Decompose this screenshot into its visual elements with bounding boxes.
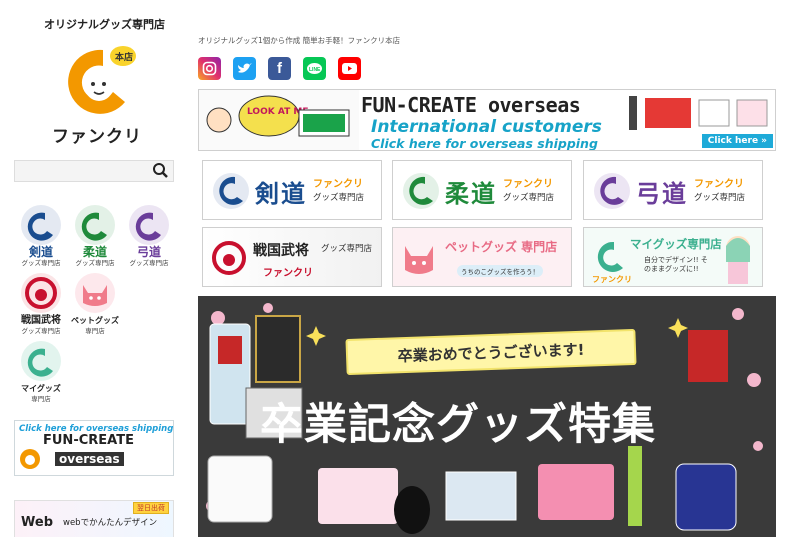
kendo-icon [21,205,61,245]
category-pet[interactable]: ペットグッズ 専門店 [68,273,122,335]
overseas-shipping-link[interactable]: Click here for overseas shipping [371,136,598,150]
instagram-icon [202,61,217,76]
site-tagline: オリジナルグッズ1個から作成 簡単お手軽！ファンクリ本店 [198,36,401,45]
graduation-hero-banner[interactable]: 卒業おめでとうございます! 卒業記念グッズ特集 [198,296,776,537]
next-day-badge: 翌日出荷 [133,502,169,514]
category-sublabel: グッズ専門店 [129,259,169,267]
overseas-subtitle: International customers [371,117,602,137]
logo-tagline: オリジナルグッズ専門店 [44,18,165,31]
judo-icon [75,205,115,245]
category-sublabel: 専門店 [85,327,105,335]
category-kyudo[interactable]: 弓道 グッズ専門店 [122,205,176,267]
store-brand: ファンクリ [263,268,313,279]
mygoods-icon [21,341,61,381]
overseas-cta-button[interactable]: Click here » [701,134,773,148]
search-icon [153,163,168,178]
kyudo-icon [129,205,169,245]
youtube-icon [342,63,357,74]
cat-logo-icon [405,246,433,274]
store-brand: ファンクリ [694,179,744,190]
line-link[interactable]: LINE [303,57,326,80]
twitter-icon [238,63,252,73]
site-logo[interactable]: オリジナルグッズ専門店 本店 ファンクリ [14,10,174,150]
overseas-shipping-banner[interactable]: LOOK AT ME FUN-CREATE overseas Internati… [198,89,776,151]
category-sengoku[interactable]: 戦国武将 グッズ専門店 [14,273,68,335]
store-brand: ファンクリ [313,179,363,190]
sidebar-overseas-subtitle: overseas [55,452,124,466]
kyudo-logo-icon [594,173,630,209]
search-box [14,160,174,184]
sengoku-logo-icon [212,241,246,275]
category-sublabel: グッズ専門店 [21,327,61,335]
store-banner-pet[interactable]: ペットグッズ 専門店 うちのこグッズを作ろう！ [392,227,572,287]
category-label: 剣道 [28,245,53,259]
search-button[interactable] [151,162,171,180]
overseas-products-icon [629,96,768,130]
category-kendo[interactable]: 剣道 グッズ専門店 [14,205,68,267]
store-sub: グッズ専門店 [321,244,373,254]
hero-congratulations: 卒業おめでとうございます! [397,340,585,365]
store-banner-mygoods[interactable]: マイグッズ専門店 ファンクリ 自分でデザイン!! そのままグッズに!! [583,227,763,287]
facebook-icon: f [277,60,282,77]
store-sub: グッズ専門店 [313,193,365,203]
store-name: 弓道 [636,179,688,208]
overseas-illustration-icon: LOOK AT ME [199,90,359,150]
store-name: 柔道 [445,179,497,208]
store-sub: うちのこグッズを作ろう！ [457,265,543,277]
sidebar-web-design-banner[interactable]: 翌日出荷 Web webでかんたんデザイン [14,500,174,537]
store-sub: グッズ専門店 [694,193,746,203]
store-banner-judo[interactable]: 柔道 ファンクリ グッズ専門店 [392,160,572,220]
category-label: 戦国武将 [21,315,61,326]
category-sublabel: グッズ専門店 [21,259,61,267]
sengoku-icon [21,273,61,313]
judo-logo-icon [403,173,439,209]
logo-mascot-icon: 本店 [68,46,136,114]
logo-badge: 本店 [115,51,133,63]
category-label: 柔道 [82,245,107,259]
category-judo[interactable]: 柔道 グッズ専門店 [68,205,122,267]
category-label: マイグッズ [21,384,61,393]
category-label: ペットグッズ [71,316,119,325]
line-icon: LINE [307,62,322,74]
overseas-title: FUN-CREATE overseas [361,93,581,117]
category-sublabel: 専門店 [31,395,51,403]
store-sub: 自分でデザイン!! そのままグッズに!! [644,256,708,273]
store-name: マイグッズ専門店 [630,237,722,251]
youtube-link[interactable] [338,57,361,80]
hero-title: 卒業記念グッズ特集 [260,400,656,450]
web-label: Web [21,515,53,530]
facebook-link[interactable]: f [268,57,291,80]
cat-icon [75,273,115,313]
store-name: 剣道 [255,179,307,208]
category-sublabel: グッズ専門店 [75,259,115,267]
store-banner-sengoku[interactable]: 戦国武将 ファンクリ グッズ専門店 [202,227,382,287]
store-brand: ファンクリ [503,179,553,190]
search-input[interactable] [15,163,145,184]
character-illustration-icon [726,236,750,284]
category-mygoods[interactable]: マイグッズ 専門店 [14,341,68,403]
twitter-link[interactable] [233,57,256,80]
kendo-logo-icon [213,173,249,209]
web-design-text: webでかんたんデザイン [63,518,158,528]
svg-text:LINE: LINE [309,67,321,73]
instagram-link[interactable] [198,57,221,80]
category-label: 弓道 [136,245,161,259]
store-brand: ファンクリ [592,275,632,284]
store-banner-kendo[interactable]: 剣道 ファンクリ グッズ専門店 [202,160,382,220]
store-name: ペットグッズ 専門店 [445,240,558,254]
mascot-icon [20,449,40,469]
store-sub: グッズ専門店 [503,193,555,203]
store-banner-kyudo[interactable]: 弓道 ファンクリ グッズ専門店 [583,160,763,220]
sidebar-overseas-banner[interactable]: Click here for overseas shipping FUN-CRE… [14,420,174,476]
store-name: 戦国武将 [253,243,309,259]
logo-wordmark: ファンクリ [52,127,142,147]
